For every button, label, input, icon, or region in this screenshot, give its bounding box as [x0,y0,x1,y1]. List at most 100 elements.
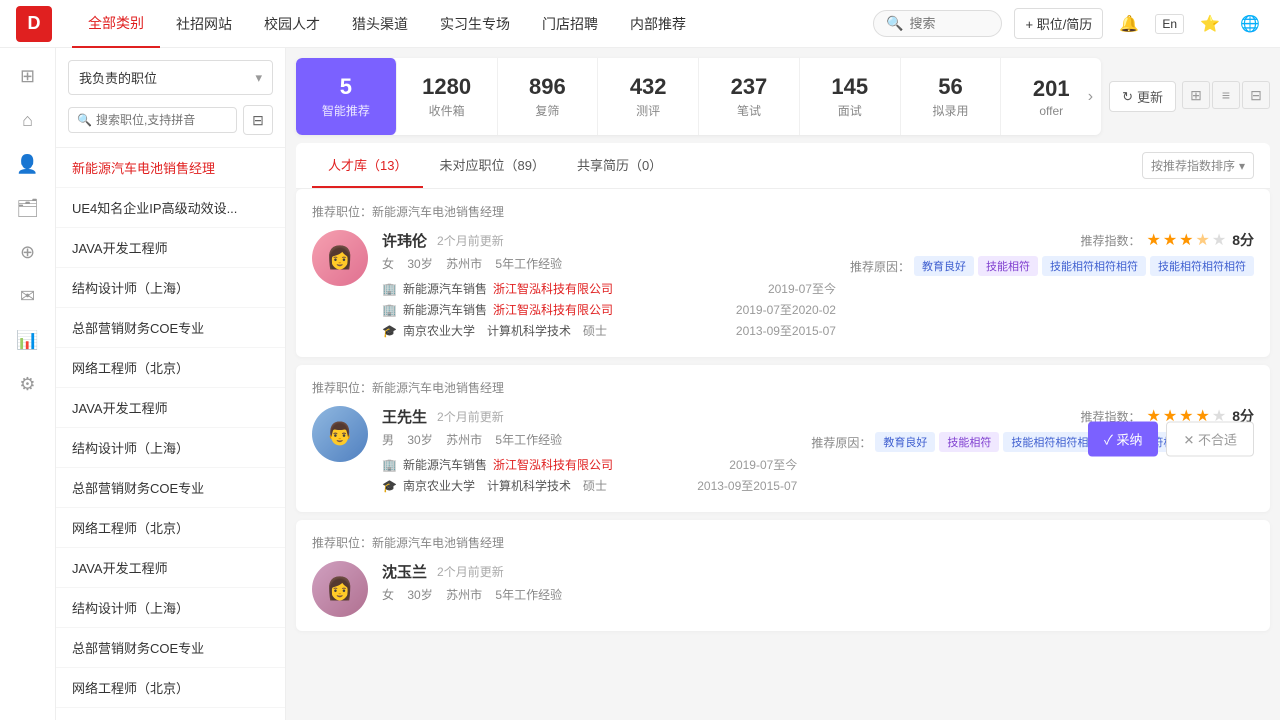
star-filled-icon: ★ [1146,230,1160,250]
job-list-item[interactable]: JAVA开发工程师 [56,548,285,588]
nav-item-internal[interactable]: 内部推荐 [614,0,702,48]
sidebar-globe-icon[interactable]: ⊕ [8,232,48,272]
dropdown-arrow-icon: ▾ [255,70,262,86]
candidate-card: 推荐职位：新能源汽车电池销售经理 👨 王先生 2个月前更新 男 30岁 苏州市 … [296,365,1270,512]
tabs-bar: 人才库（13） 未对应职位（89） 共享简历（0） 按推荐指数排序 ▾ [296,143,1270,189]
nav-item-intern[interactable]: 实习生专场 [424,0,526,48]
edu-degree: 硕士 [583,477,607,494]
job-search-box[interactable]: 🔍 [68,107,237,133]
gender: 女 [382,257,394,271]
candidate-name[interactable]: 沈玉兰 [382,561,427,582]
recommend-label: 推荐职位：新能源汽车电池销售经理 [312,203,1254,220]
sidebar-folder-icon[interactable]: 🗂 [8,188,48,228]
candidate-avatar[interactable]: 👩 [312,561,368,617]
stat-item-测评[interactable]: 432测评 [598,58,699,135]
company-icon-1: 🏢 [382,282,397,296]
tab-talent-pool[interactable]: 人才库（13） [312,143,423,188]
stat-number: 1280 [422,74,471,100]
candidate-avatar[interactable]: 👨 [312,406,368,462]
stat-item-面试[interactable]: 145面试 [800,58,901,135]
sidebar-settings-icon[interactable]: ⚙ [8,364,48,404]
job-list-item[interactable]: 网络工程师（北京） [56,348,285,388]
nav-item-store[interactable]: 门店招聘 [526,0,614,48]
stat-item-收件箱[interactable]: 1280收件箱 [397,58,498,135]
tab-shared-resume[interactable]: 共享简历（0） [561,143,678,188]
stat-item-拟录用[interactable]: 56拟录用 [901,58,1002,135]
list-view-btn[interactable]: ≡ [1212,81,1240,109]
sidebar-grid-icon[interactable]: ⊞ [8,56,48,96]
add-job-button[interactable]: + 职位/简历 [1014,8,1103,39]
job-list-item[interactable]: 结构设计师（上海） [56,428,285,468]
job-list-item[interactable]: 新能源汽车电池销售经理 [56,148,285,188]
exp-row-2: 🏢 新能源汽车销售 浙江智泓科技有限公司 2019-07至2020-02 [382,301,836,318]
exp-row-1: 🏢 新能源汽车销售 浙江智泓科技有限公司 2019-07至今 [382,456,797,473]
reject-button[interactable]: ✕ 不合适 [1166,421,1254,456]
card-info: 王先生 2个月前更新 男 30岁 苏州市 5年工作经验 🏢 新能源汽车销售 浙江… [382,406,797,498]
job-list-item[interactable]: 总部营销财务COE专业 [56,468,285,508]
job-list-item[interactable]: 结构设计师（上海） [56,588,285,628]
tag-purple: 技能相符 [978,256,1038,276]
stat-item-复筛[interactable]: 896复筛 [498,58,599,135]
job-list-item[interactable]: JAVA开发工程师 [56,228,285,268]
basic-info: 男 30岁 苏州市 5年工作经验 [382,431,797,448]
job-list-item[interactable]: UE4知名企业IP高级动效设... [56,188,285,228]
stat-number: 896 [529,74,566,100]
nav-item-social[interactable]: 社招网站 [160,0,248,48]
grid-view-btn[interactable]: ⊞ [1182,81,1210,109]
nav-item-headhunter[interactable]: 猎头渠道 [336,0,424,48]
sort-button[interactable]: 按推荐指数排序 ▾ [1142,152,1254,179]
job-list-item[interactable]: JAVA开发工程师 [56,388,285,428]
tab-unmatched[interactable]: 未对应职位（89） [423,143,560,188]
job-list-item[interactable]: 网络工程师（北京） [56,508,285,548]
nav-search-box[interactable]: 🔍 [873,10,1002,37]
job-list-item[interactable]: 结构设计师（上海） [56,268,285,308]
stat-label: 拟录用 [932,102,968,119]
stat-number: 5 [340,74,352,100]
sidebar-chat-icon[interactable]: ✉ [8,276,48,316]
candidate-name[interactable]: 王先生 [382,406,427,427]
filter-button[interactable]: ⊟ [243,105,273,135]
recommend-label: 推荐职位：新能源汽车电池销售经理 [312,534,1254,551]
job-list-item[interactable]: JAVA开发工程师 [56,708,285,720]
candidate-avatar[interactable]: 👩 [312,230,368,286]
stat-item-智能推荐[interactable]: 5智能推荐 [296,58,397,135]
exp2-period: 2019-07至2020-02 [736,301,836,318]
tag-blue: 教育良好 [875,432,935,452]
job-list-item[interactable]: 总部营销财务COE专业 [56,628,285,668]
user-avatar-icon[interactable]: 🌐 [1236,10,1264,38]
language-btn[interactable]: En [1155,14,1184,34]
stat-item-笔试[interactable]: 237笔试 [699,58,800,135]
job-search-input[interactable] [96,113,228,127]
exp1-company: 浙江智泓科技有限公司 [493,456,613,473]
sidebar-person-icon[interactable]: 👤 [8,144,48,184]
view-toggle: ⊞ ≡ ⊟ [1182,81,1270,112]
edu-school: 南京农业大学 [403,477,475,494]
reason-label: 推荐原因： [811,434,871,451]
experience: 5年工作经验 [495,588,562,602]
card-body: 👩 沈玉兰 2个月前更新 女 30岁 苏州市 5年工作经验 [312,561,1254,617]
candidate-name[interactable]: 许玮伦 [382,230,427,251]
sidebar-chart-icon[interactable]: 📊 [8,320,48,360]
edu-degree: 硕士 [583,322,607,339]
nav-search-input[interactable] [909,16,989,31]
notification-icon[interactable]: 🔔 [1115,10,1143,38]
stat-number: 237 [731,74,768,100]
nav-item-campus[interactable]: 校园人才 [248,0,336,48]
nav-item-all-categories[interactable]: 全部类别 [72,0,160,48]
adopt-button[interactable]: ✓ 采纳 [1088,421,1159,456]
exp1-period: 2019-07至今 [729,456,797,473]
sidebar-home-icon[interactable]: ⌂ [8,100,48,140]
stat-number: 145 [831,74,868,100]
star-icon[interactable]: ⭐ [1196,10,1224,38]
stat-item-offer[interactable]: 201offer› [1001,58,1101,135]
job-list-item[interactable]: 网络工程师（北京） [56,668,285,708]
compact-view-btn[interactable]: ⊟ [1242,81,1270,109]
exp2-title: 新能源汽车销售 [403,301,487,318]
tag-blue: 技能相符相符相符 [1042,256,1146,276]
card-actions: ✓ 采纳 ✕ 不合适 [1088,421,1254,456]
company-icon-2: 🏢 [382,303,397,317]
update-button[interactable]: ↻ 更新 [1109,81,1176,112]
job-filter-dropdown[interactable]: 我负责的职位 ▾ [68,60,273,95]
job-list-item[interactable]: 总部营销财务COE专业 [56,308,285,348]
basic-info: 女 30岁 苏州市 5年工作经验 [382,255,836,272]
